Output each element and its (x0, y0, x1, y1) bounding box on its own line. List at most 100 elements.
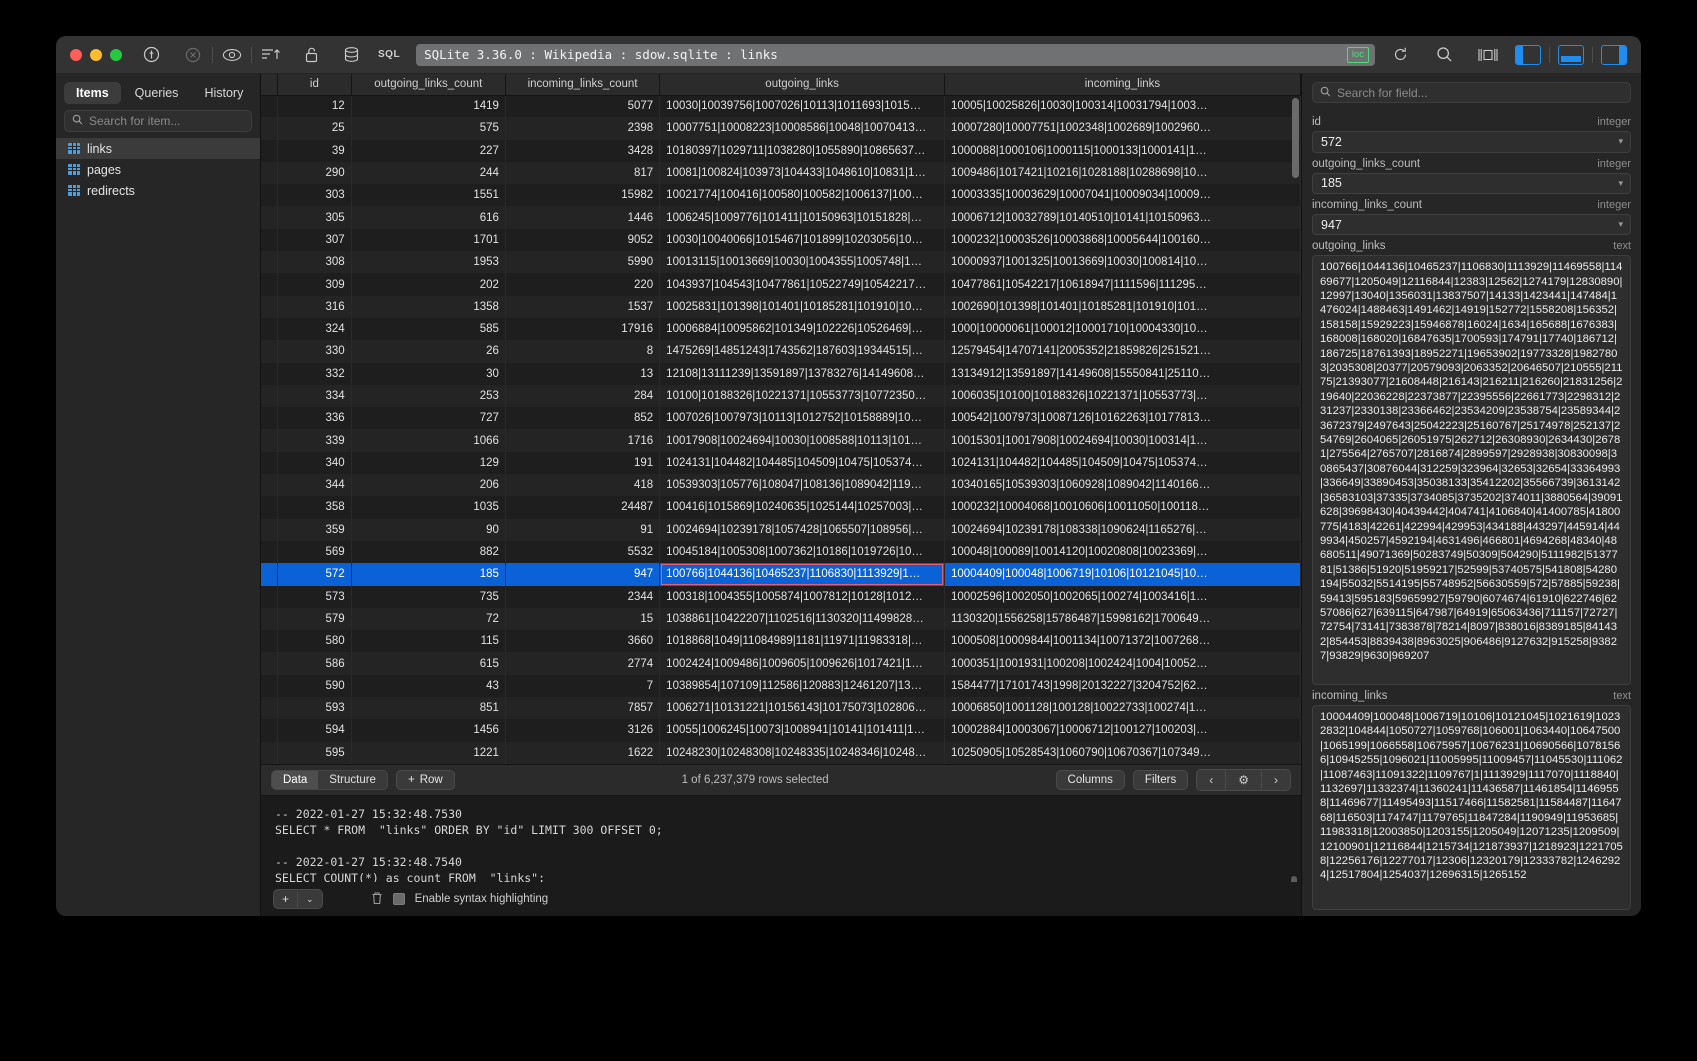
cell-outgoing-links-count[interactable]: 253 (351, 384, 506, 408)
cell-incoming-links-count[interactable]: 8 (505, 340, 661, 363)
cell-incoming-links-count[interactable]: 817 (505, 161, 661, 185)
cell-incoming-links-count[interactable]: 1446 (505, 206, 661, 229)
cell-incoming-links[interactable]: 100542|1007973|10087126|10162263|1017781… (944, 407, 1302, 430)
cell-outgoing-links[interactable]: 1475269|14851243|1743562|187603|19344515… (659, 340, 945, 363)
table-row[interactable]: 595 1221 1622 10248230|10248308|10248335|10… (261, 741, 1302, 764)
cell-incoming-links-count[interactable]: 284 (505, 384, 661, 408)
cell-incoming-links-count[interactable]: 5990 (505, 251, 661, 274)
cell-id[interactable]: 290 (277, 161, 352, 185)
cell-outgoing-links-count[interactable]: 1456 (351, 719, 506, 742)
cell-incoming-links[interactable]: 10024694|10239178|108338|1090624|1165276… (944, 518, 1302, 541)
table-row[interactable]: 572 185 947 100766|1044136|10465237|1106830… (261, 563, 1302, 586)
field-search-input[interactable]: Search for field... (1312, 82, 1631, 104)
cell-incoming-links-count[interactable]: 852 (505, 407, 661, 430)
cell-outgoing-links[interactable]: 10021774|100416|100580|100582|1006137|10… (659, 184, 945, 207)
cell-outgoing-links[interactable]: 1018868|1049|11084989|1181|11971|1198331… (659, 630, 945, 653)
cell-outgoing-links[interactable]: 10389854|107109|112586|120883|12461207|1… (659, 674, 945, 698)
cell-incoming-links-count[interactable]: 15982 (505, 184, 661, 207)
cell-outgoing-links[interactable]: 1024131|104482|104485|104509|10475|10537… (659, 451, 945, 475)
cell-outgoing-links[interactable]: 1002424|1009486|1009605|1009626|1017421|… (659, 652, 945, 675)
cell-outgoing-links-count[interactable]: 227 (351, 139, 506, 162)
cell-outgoing-links[interactable]: 10017908|10024694|10030|1008588|10113|10… (659, 429, 945, 452)
tab-history[interactable]: History (192, 82, 255, 104)
table-row[interactable]: 305 616 1446 1006245|1009776|101411|1015096… (261, 206, 1302, 229)
cell-incoming-links-count[interactable]: 2774 (505, 652, 661, 675)
cell-outgoing-links-count[interactable]: 735 (351, 585, 506, 608)
table-row[interactable]: 579 72 15 1038861|10422207|1102516|1130320|… (261, 607, 1302, 631)
cell-outgoing-links-count[interactable]: 575 (351, 117, 506, 140)
cell-id[interactable]: 358 (277, 496, 352, 519)
cell-outgoing-links[interactable]: 12108|13111239|13591897|13783276|1414960… (659, 362, 945, 385)
cell-id[interactable]: 572 (277, 563, 352, 586)
cell-incoming-links[interactable]: 10003335|10003629|10007041|10009034|1000… (944, 184, 1302, 207)
cell-incoming-links[interactable]: 1130320|1556258|15786487|15998162|170064… (944, 607, 1302, 631)
cell-id[interactable]: 305 (277, 206, 352, 229)
table-row[interactable]: 358 1035 24487 100416|1015869|10240635|1025… (261, 496, 1302, 519)
cell-outgoing-links[interactable]: 10055|1006245|10073|1008941|10141|101411… (659, 719, 945, 742)
cell-incoming-links-count[interactable]: 1622 (505, 741, 661, 764)
cell-outgoing-links[interactable]: 100766|1044136|10465237|1106830|1113929|… (659, 563, 945, 586)
cell-incoming-links-count[interactable]: 9052 (505, 228, 661, 252)
data-structure-toggle[interactable]: Data Structure (271, 769, 388, 790)
cell-outgoing-links-count[interactable]: 30 (351, 362, 506, 385)
tab-items[interactable]: Items (64, 82, 121, 104)
cell-incoming-links[interactable]: 1000|10000061|100012|10001710|10004330|1… (944, 317, 1302, 341)
prev-page-button[interactable]: ‹ (1197, 769, 1227, 790)
cell-outgoing-links-count[interactable]: 206 (351, 474, 506, 497)
cell-incoming-links[interactable]: 10006850|1001128|100128|10022733|100274|… (944, 697, 1302, 720)
cell-id[interactable]: 595 (277, 741, 352, 764)
cell-outgoing-links[interactable]: 10024694|10239178|1057428|1065507|108956… (659, 518, 945, 541)
field-value-outgoing-links[interactable]: 100766|1044136|10465237|1106830|1113929|… (1312, 255, 1631, 686)
sql-mode-label[interactable]: SQL (372, 49, 406, 60)
cell-outgoing-links[interactable]: 10081|100824|103973|104433|1048610|10831… (659, 161, 945, 185)
cell-incoming-links[interactable]: 10477861|10542217|10618947|1111596|11129… (944, 273, 1302, 296)
cell-outgoing-links[interactable]: 10030|10039756|1007026|10113|1011693|101… (659, 95, 945, 118)
cell-incoming-links-count[interactable]: 2398 (505, 117, 661, 140)
cell-incoming-links-count[interactable]: 17916 (505, 317, 661, 341)
table-row[interactable]: 580 115 3660 1018868|1049|11084989|1181|119… (261, 630, 1302, 653)
cell-outgoing-links[interactable]: 1007026|1007973|10113|1012752|10158889|1… (659, 407, 945, 430)
cell-id[interactable]: 324 (277, 317, 352, 341)
cell-outgoing-links-count[interactable]: 1953 (351, 251, 506, 274)
table-row[interactable]: 307 1701 9052 10030|10040066|1015467|101899… (261, 228, 1302, 252)
cell-incoming-links[interactable]: 10000937|1001325|10013669|10030|100814|1… (944, 251, 1302, 274)
cell-outgoing-links[interactable]: 100416|1015869|10240635|1025144|10257003… (659, 496, 945, 519)
grid-vertical-scrollbar[interactable] (1292, 98, 1299, 178)
field-value-outgoing-links-count[interactable]: 185 ▾ (1312, 172, 1631, 194)
field-value-incoming-links[interactable]: 10004409|100048|1006719|10106|10121045|1… (1312, 705, 1631, 910)
table-row[interactable]: 590 43 7 10389854|107109|112586|120883|1246… (261, 674, 1302, 698)
table-row[interactable]: 309 202 220 1043937|104543|10477861|1052274… (261, 273, 1302, 296)
cell-id[interactable]: 593 (277, 697, 352, 720)
grid-settings-gear-icon[interactable]: ⚙ (1226, 769, 1262, 790)
table-row[interactable]: 569 882 5532 10045184|1005308|1007362|10186… (261, 540, 1302, 564)
add-row-button[interactable]: + Row (395, 769, 455, 790)
cell-outgoing-links-count[interactable]: 43 (351, 674, 506, 698)
cell-incoming-links[interactable]: 10015301|10017908|10024694|10030|100314|… (944, 429, 1302, 452)
cell-outgoing-links-count[interactable]: 1035 (351, 496, 506, 519)
cell-outgoing-links-count[interactable]: 202 (351, 273, 506, 296)
left-panel-toggle[interactable] (1515, 44, 1541, 65)
cell-incoming-links-count[interactable]: 1716 (505, 429, 661, 452)
field-value-id[interactable]: 572 ▾ (1312, 131, 1631, 153)
cell-outgoing-links-count[interactable]: 851 (351, 697, 506, 720)
table-row[interactable]: 344 206 418 10539303|105776|108047|108136|1… (261, 474, 1302, 497)
table-row[interactable]: 586 615 2774 1002424|1009486|1009605|100962… (261, 652, 1302, 675)
table-row[interactable]: 303 1551 15982 10021774|100416|100580|10058… (261, 184, 1302, 207)
column-header-incoming-links[interactable]: incoming_links (944, 74, 1302, 96)
cell-incoming-links-count[interactable]: 418 (505, 474, 661, 497)
table-row[interactable]: 573 735 2344 100318|1004355|1005874|1007812… (261, 585, 1302, 608)
cell-outgoing-links-count[interactable]: 244 (351, 161, 506, 185)
sidebar-item-pages[interactable]: pages (56, 159, 260, 180)
cell-incoming-links[interactable]: 1000232|10003526|10003868|10005644|10016… (944, 228, 1302, 252)
sort-ascending-icon[interactable] (256, 42, 286, 68)
field-value-incoming-links-count[interactable]: 947 ▾ (1312, 213, 1631, 236)
data-tab[interactable]: Data (272, 770, 319, 789)
table-row[interactable]: 316 1358 1537 10025831|101398|101401|101852… (261, 295, 1302, 318)
cell-incoming-links[interactable]: 10002596|1002050|1002065|100274|1003416|… (944, 585, 1302, 608)
cell-outgoing-links-count[interactable]: 1701 (351, 228, 506, 252)
cell-incoming-links[interactable]: 1009486|1017421|10216|1028188|10288698|1… (944, 161, 1302, 185)
database-icon[interactable] (336, 42, 366, 68)
cell-outgoing-links-count[interactable]: 882 (351, 540, 506, 564)
cell-id[interactable]: 359 (277, 518, 352, 541)
next-page-button[interactable]: › (1262, 770, 1290, 790)
